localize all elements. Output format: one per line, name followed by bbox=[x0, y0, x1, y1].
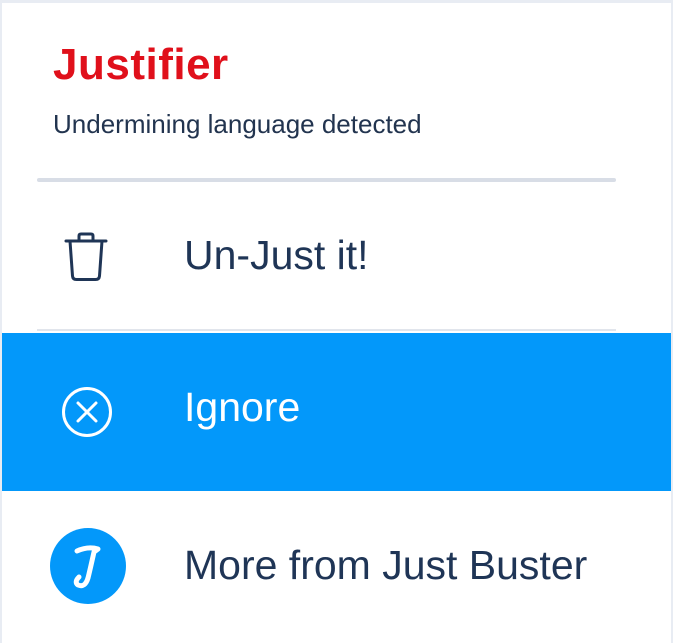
just-buster-logo-icon bbox=[50, 528, 126, 604]
menu-item-more-from-just-buster[interactable]: More from Just Buster bbox=[2, 491, 671, 643]
popup-subtitle: Undermining language detected bbox=[53, 109, 422, 139]
menu-item-unjust[interactable]: Un-Just it! bbox=[2, 182, 671, 333]
close-circle-icon bbox=[62, 387, 112, 437]
menu-item-ignore[interactable]: Ignore bbox=[2, 333, 671, 491]
popup-header: Justifier Undermining language detected bbox=[2, 3, 671, 182]
trash-icon bbox=[64, 232, 108, 281]
popup-title: Justifier bbox=[53, 40, 229, 89]
justifier-popup: Justifier Undermining language detected … bbox=[2, 3, 671, 643]
menu-item-label: Ignore bbox=[184, 384, 301, 430]
menu-divider bbox=[37, 329, 616, 331]
menu-item-label: Un-Just it! bbox=[184, 232, 369, 278]
menu-item-label: More from Just Buster bbox=[184, 542, 588, 588]
